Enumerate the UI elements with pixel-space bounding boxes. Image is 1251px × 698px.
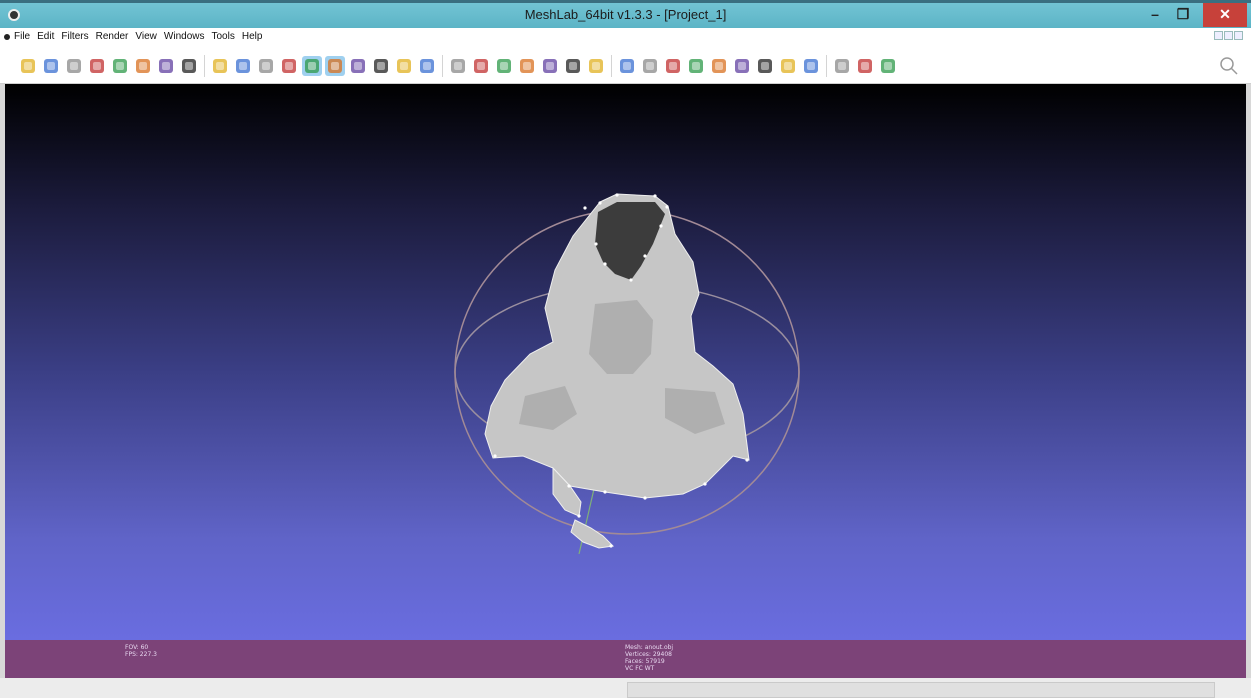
info-overlay: FOV: 60 FPS: 227.3 Mesh: anout.obj Verti… [5,640,1246,678]
flat-shading-icon[interactable] [302,56,322,76]
texture-icon[interactable] [348,56,368,76]
select-vertices-icon[interactable] [663,56,683,76]
new-project-icon[interactable] [18,56,38,76]
toolbar-separator [204,55,205,77]
backface-icon[interactable] [394,56,414,76]
info-icon[interactable] [801,56,821,76]
save-icon[interactable] [110,56,130,76]
axis-icon[interactable] [540,56,560,76]
minimize-button[interactable]: – [1141,3,1169,27]
toolbar-separator [826,55,827,77]
menu-file[interactable]: File [14,31,30,42]
toolbar-separator [442,55,443,77]
toolbar-separator [611,55,612,77]
restore-button[interactable]: ❐ [1169,3,1197,27]
trackball-icon[interactable] [448,56,468,76]
menu-bar: File Edit Filters Render View Windows To… [0,28,1251,48]
points-icon[interactable] [233,56,253,76]
status-bar [0,678,1251,698]
align-icon[interactable] [732,56,752,76]
menu-help[interactable]: Help [242,31,263,42]
mdi-window-controls [1214,31,1243,40]
document-icon[interactable] [4,34,10,40]
menu-edit[interactable]: Edit [37,31,54,42]
annotation-icon[interactable] [471,56,491,76]
mesh-attributes: VC FC WT [625,665,655,672]
title-bar: MeshLab_64bit v1.3.3 - [Project_1] – ❐ ✕ [0,0,1251,28]
menu-windows[interactable]: Windows [164,31,205,42]
color-icon[interactable] [517,56,537,76]
menu-tools[interactable]: Tools [211,31,234,42]
pen-icon[interactable] [586,56,606,76]
color-paint-icon[interactable] [686,56,706,76]
smooth-shading-icon[interactable] [325,56,345,76]
menu-view[interactable]: View [135,31,157,42]
manipulator-alt-icon[interactable] [778,56,798,76]
window-title: MeshLab_64bit v1.3.3 - [Project_1] [524,7,727,22]
face-count: Faces: 57919 [625,658,665,665]
mdi-close-button[interactable] [1234,31,1243,40]
measure-icon[interactable] [709,56,729,76]
open-project-icon[interactable] [41,56,61,76]
bounding-box-icon[interactable] [210,56,230,76]
record-icon[interactable] [179,56,199,76]
delete-faces-icon[interactable] [832,56,852,76]
raster-icon[interactable] [494,56,514,76]
select-faces-icon[interactable] [640,56,660,76]
search-icon[interactable] [1219,56,1239,76]
delete-all-icon[interactable] [878,56,898,76]
light-icon[interactable] [371,56,391,76]
menu-render[interactable]: Render [96,31,129,42]
layer-icon[interactable] [156,56,176,76]
mesh-info: Mesh: anout.obj Vertices: 29408 Faces: 5… [625,644,673,672]
mdi-minimize-button[interactable] [1214,31,1223,40]
close-button[interactable]: ✕ [1203,3,1247,27]
3d-viewport[interactable] [5,84,1246,640]
pickpoints-icon[interactable] [617,56,637,76]
status-progress-area [627,682,1215,698]
snapshot-icon[interactable] [133,56,153,76]
double-side-icon[interactable] [417,56,437,76]
fps-readout: FPS: 227.3 [125,651,157,658]
open-mesh-icon[interactable] [64,56,84,76]
reload-icon[interactable] [87,56,107,76]
vertex-count: Vertices: 29408 [625,651,672,658]
menu-filters[interactable]: Filters [61,31,88,42]
view-info: FOV: 60 FPS: 227.3 [125,644,157,658]
delete-vertices-icon[interactable] [855,56,875,76]
fov-readout: FOV: 60 [125,644,149,651]
main-toolbar [0,48,1251,84]
manipulator-icon[interactable] [755,56,775,76]
mdi-restore-button[interactable] [1224,31,1233,40]
mesh-name: Mesh: anout.obj [625,644,674,651]
wireframe-icon[interactable] [256,56,276,76]
hidden-lines-icon[interactable] [279,56,299,76]
paint-brush-icon[interactable] [563,56,583,76]
